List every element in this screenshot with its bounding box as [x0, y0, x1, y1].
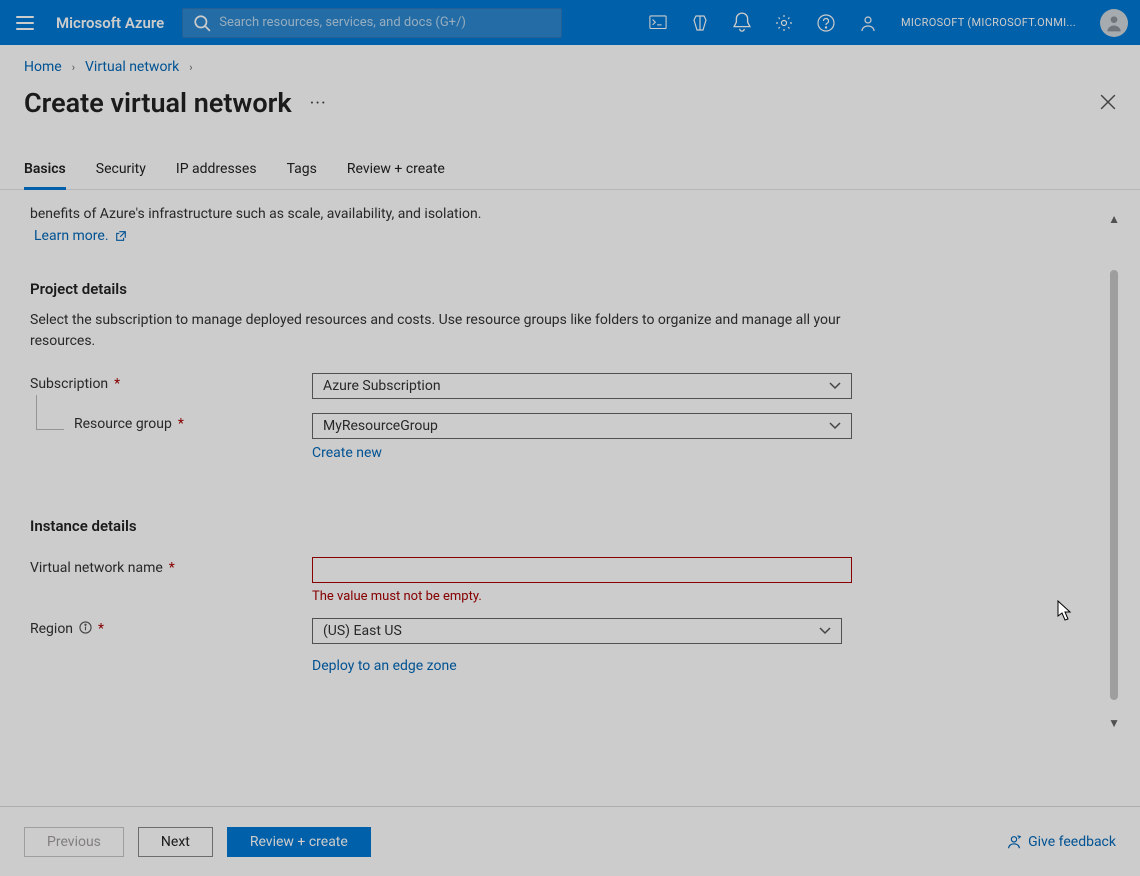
info-icon[interactable] — [79, 621, 92, 638]
wizard-footer: Previous Next Review + create Give feedb… — [0, 806, 1140, 876]
region-dropdown[interactable]: (US) East US — [312, 618, 842, 644]
intro-text-fragment: benefits of Azure's infrastructure such … — [30, 204, 1070, 224]
global-search[interactable] — [182, 8, 562, 38]
content-pane: benefits of Azure's infrastructure such … — [0, 190, 1140, 788]
learn-more-label: Learn more. — [34, 228, 109, 244]
subscription-dropdown[interactable]: Azure Subscription — [312, 373, 852, 399]
resource-group-dropdown[interactable]: MyResourceGroup — [312, 413, 852, 439]
search-input[interactable] — [219, 15, 551, 30]
chevron-right-icon: › — [72, 61, 75, 74]
region-label: Region * — [30, 618, 312, 638]
instance-details-heading: Instance details — [30, 517, 1070, 535]
chevron-down-icon — [829, 420, 841, 432]
vnet-name-label: Virtual network name* — [30, 557, 312, 576]
tab-ip-addresses[interactable]: IP addresses — [176, 161, 257, 189]
vnet-name-input[interactable] — [312, 557, 852, 583]
create-new-rg-link[interactable]: Create new — [312, 445, 382, 461]
resource-group-value: MyResourceGroup — [323, 418, 438, 434]
vnet-name-error: The value must not be empty. — [312, 589, 852, 604]
topbar-actions: MICROSOFT (MICROSOFT.ONMI... — [649, 9, 1128, 37]
previous-button: Previous — [24, 827, 124, 857]
region-value: (US) East US — [323, 623, 402, 639]
project-details-text: Select the subscription to manage deploy… — [30, 310, 850, 351]
tab-tags[interactable]: Tags — [287, 161, 317, 189]
subscription-value: Azure Subscription — [323, 378, 441, 394]
cloud-shell-icon[interactable] — [649, 14, 667, 32]
tab-bar: Basics Security IP addresses Tags Review… — [0, 125, 1140, 190]
give-feedback-label: Give feedback — [1028, 834, 1116, 850]
subscription-label: Subscription* — [30, 373, 312, 392]
feedback-icon[interactable] — [859, 14, 877, 32]
notifications-icon[interactable] — [733, 14, 751, 32]
hamburger-menu-icon[interactable] — [12, 12, 38, 34]
brand[interactable]: Microsoft Azure — [50, 14, 170, 32]
search-icon — [193, 14, 211, 32]
feedback-icon — [1006, 834, 1022, 850]
project-details-heading: Project details — [30, 280, 1070, 298]
title-row: Create virtual network ··· — [0, 75, 1140, 125]
close-icon[interactable] — [1100, 93, 1116, 113]
breadcrumb-home[interactable]: Home — [24, 59, 62, 75]
give-feedback-link[interactable]: Give feedback — [1006, 834, 1116, 850]
tab-review-create[interactable]: Review + create — [347, 161, 445, 189]
next-button[interactable]: Next — [138, 827, 213, 857]
more-actions-icon[interactable]: ··· — [310, 93, 327, 114]
breadcrumb-virtual-network[interactable]: Virtual network — [85, 59, 179, 75]
account-label[interactable]: MICROSOFT (MICROSOFT.ONMI... — [901, 16, 1076, 29]
external-link-icon — [115, 230, 127, 242]
scroll-down-icon[interactable]: ▼ — [1108, 716, 1120, 730]
chevron-right-icon: › — [189, 61, 192, 74]
review-create-button[interactable]: Review + create — [227, 827, 371, 857]
learn-more-link[interactable]: Learn more. — [30, 228, 127, 244]
page-title: Create virtual network — [24, 87, 292, 119]
chevron-down-icon — [829, 380, 841, 392]
tab-basics[interactable]: Basics — [24, 161, 66, 190]
scrollbar-thumb[interactable] — [1110, 270, 1118, 700]
tab-security[interactable]: Security — [96, 161, 146, 189]
chevron-down-icon — [819, 625, 831, 637]
resource-group-label: Resource group* — [30, 413, 312, 432]
top-bar: Microsoft Azure MICROSOFT (MICROSOFT.ONM… — [0, 0, 1140, 45]
deploy-edge-zone-link[interactable]: Deploy to an edge zone — [312, 658, 457, 674]
scroll-up-icon[interactable]: ▲ — [1108, 212, 1120, 226]
help-icon[interactable] — [817, 14, 835, 32]
breadcrumb: Home › Virtual network › — [0, 45, 1140, 75]
settings-icon[interactable] — [775, 14, 793, 32]
copilot-icon[interactable] — [691, 14, 709, 32]
avatar[interactable] — [1100, 9, 1128, 37]
